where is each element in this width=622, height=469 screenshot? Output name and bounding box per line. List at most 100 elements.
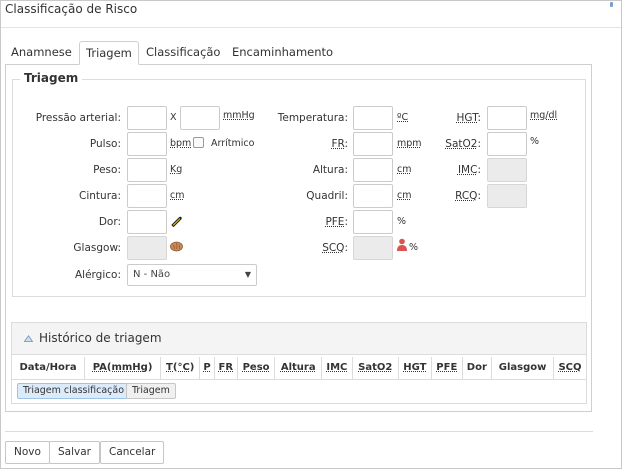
col-scq[interactable]: SCQ: [552, 357, 586, 380]
hgt-abbr: HGT: [456, 112, 478, 124]
pencil-ruler-icon[interactable]: [170, 214, 183, 227]
peso-unit: Kg: [170, 164, 183, 175]
col-dor[interactable]: Dor: [461, 357, 492, 380]
triagem-classificacao-button[interactable]: Triagem classificação: [17, 383, 131, 399]
pfe-input[interactable]: [353, 210, 393, 234]
col-pa[interactable]: PA(mmHg): [84, 357, 161, 380]
pfe-unit: %: [397, 216, 407, 227]
triagem-button[interactable]: Triagem: [126, 383, 176, 399]
fr-input[interactable]: [353, 132, 393, 156]
cintura-unit: cm: [170, 190, 185, 201]
sato2-unit: %: [530, 136, 540, 147]
peso-label: Peso:: [93, 164, 121, 176]
sato2-colon: :: [477, 138, 481, 150]
col-imc[interactable]: IMC: [321, 357, 353, 380]
title-divider: [1, 27, 621, 28]
quadril-label: Quadril:: [306, 190, 348, 202]
sato2-input[interactable]: [487, 132, 527, 156]
cancelar-button[interactable]: Cancelar: [100, 441, 165, 464]
collapse-triangle-icon[interactable]: [24, 335, 33, 342]
col-sato2[interactable]: SatO2: [351, 357, 399, 380]
pressao-separator: X: [170, 112, 177, 123]
dor-label: Dor:: [98, 216, 121, 228]
salvar-button[interactable]: Salvar: [49, 441, 100, 464]
col-fr[interactable]: FR: [213, 357, 238, 380]
tab-triagem[interactable]: Triagem: [79, 41, 139, 65]
col-p-label: P: [203, 362, 211, 374]
fr-colon: :: [344, 138, 348, 150]
cintura-input[interactable]: [127, 184, 167, 208]
scq-unit: %: [409, 242, 419, 253]
tab-panel-triagem: Triagem Pressão arterial: X mmHg Pulso: …: [5, 64, 592, 412]
imc-label: IMC:: [433, 158, 481, 182]
historico-header[interactable]: Histórico de triagem: [12, 323, 586, 355]
resize-handle-icon[interactable]: [610, 2, 613, 7]
pfe-label: PFE:: [213, 210, 348, 234]
imc-input: [487, 158, 527, 182]
hgt-label: HGT:: [433, 106, 481, 130]
scq-abbr: SCQ: [322, 242, 345, 254]
pressao-sistolica-input[interactable]: [127, 106, 167, 130]
burn-body-icon[interactable]: [396, 238, 408, 252]
col-fr-label: FR: [218, 362, 234, 374]
rcq-label: RCQ:: [433, 184, 481, 208]
pulso-label: Pulso:: [89, 138, 121, 150]
fr-label: FR:: [213, 132, 348, 156]
col-altura[interactable]: Altura: [274, 357, 322, 380]
novo-button[interactable]: Novo: [5, 441, 50, 464]
hgt-input[interactable]: [487, 106, 527, 130]
col-peso[interactable]: Peso: [236, 357, 275, 380]
alergico-label: Alérgico:: [74, 269, 121, 281]
historico-table: Data/Hora PA(mmHg) T(°C) P FR Peso Altur…: [12, 357, 586, 380]
temperatura-label: Temperatura:: [277, 112, 348, 124]
altura-unit: cm: [397, 164, 412, 175]
col-altura-label: Altura: [280, 362, 316, 374]
col-glasgow[interactable]: Glasgow: [491, 357, 554, 380]
col-pfe[interactable]: PFE: [431, 357, 463, 380]
pulso-unit: bpm: [170, 138, 192, 149]
col-hgt-label: HGT: [403, 362, 427, 374]
rcq-input: [487, 184, 527, 208]
arritmico-checkbox[interactable]: [193, 137, 204, 148]
pulso-input[interactable]: [127, 132, 167, 156]
sato2-label: SatO2:: [433, 132, 481, 156]
col-p[interactable]: P: [199, 357, 215, 380]
imc-colon: :: [477, 164, 481, 176]
dor-input[interactable]: [127, 210, 167, 234]
scq-input: [353, 236, 393, 260]
col-hgt[interactable]: HGT: [397, 357, 432, 380]
hgt-colon: :: [477, 112, 481, 124]
pressao-label: Pressão arterial:: [35, 112, 121, 124]
alergico-value: N - Não: [133, 269, 171, 280]
tab-classificacao[interactable]: Classificação: [140, 41, 226, 65]
tab-anamnese[interactable]: Anamnese: [5, 41, 78, 65]
peso-input[interactable]: [127, 158, 167, 182]
glasgow-label: Glasgow:: [73, 242, 121, 254]
temperatura-input[interactable]: [353, 106, 393, 130]
chevron-down-icon: ▼: [244, 270, 251, 279]
fr-unit: mpm: [397, 138, 422, 149]
historico-header-row: Data/Hora PA(mmHg) T(°C) P FR Peso Altur…: [12, 357, 586, 380]
col-t-label: T(°C): [166, 362, 195, 374]
window-title: Classificação de Risco: [5, 2, 138, 16]
triagem-fieldset: Triagem Pressão arterial: X mmHg Pulso: …: [12, 71, 586, 297]
col-t[interactable]: T(°C): [160, 357, 200, 380]
col-peso-label: Peso: [242, 362, 270, 374]
quadril-unit: cm: [397, 190, 412, 201]
fr-abbr: FR: [331, 138, 345, 150]
col-scq-label: SCQ: [558, 362, 582, 374]
triagem-legend: Triagem: [20, 71, 83, 85]
quadril-input[interactable]: [353, 184, 393, 208]
altura-label: Altura:: [312, 164, 348, 176]
brain-icon[interactable]: [170, 241, 183, 252]
footer-divider: [5, 431, 593, 432]
rcq-colon: :: [477, 190, 481, 202]
alergico-select[interactable]: N - Não ▼: [127, 264, 257, 286]
pfe-colon: :: [344, 216, 348, 228]
col-data-hora[interactable]: Data/Hora: [12, 357, 85, 380]
col-sato2-label: SatO2: [358, 362, 393, 374]
historico-panel: Histórico de triagem Data/Hora PA(mmHg) …: [11, 322, 587, 404]
altura-input[interactable]: [353, 158, 393, 182]
tab-encaminhamento[interactable]: Encaminhamento: [226, 41, 339, 65]
col-imc-label: IMC: [326, 362, 348, 374]
